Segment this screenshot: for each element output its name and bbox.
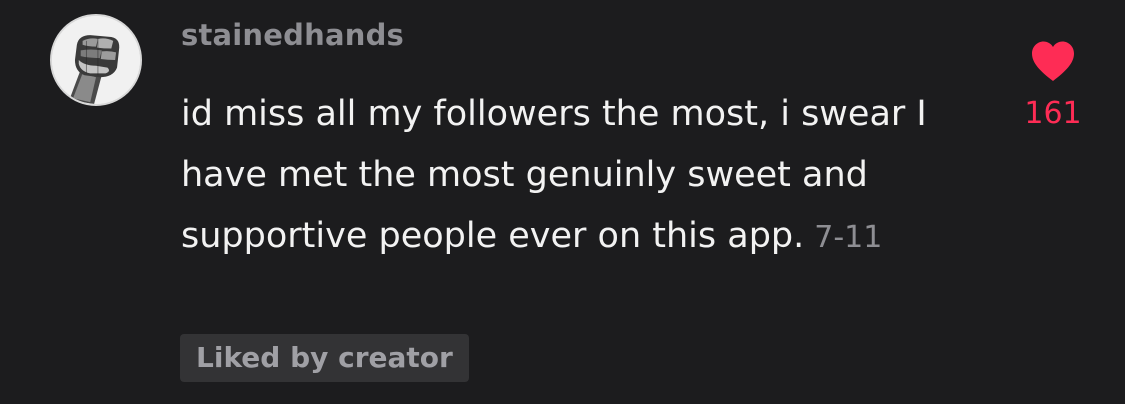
avatar[interactable] (50, 14, 142, 106)
heart-icon (1032, 41, 1074, 81)
raised-fist-icon (52, 16, 140, 104)
comment-item: stainedhands id miss all my followers th… (0, 0, 1125, 404)
comment-timestamp: 7-11 (814, 220, 883, 255)
comment-text-block: id miss all my followers the most, i swe… (181, 84, 961, 268)
like-count: 161 (1024, 96, 1082, 131)
like-button[interactable]: 161 (1010, 36, 1096, 136)
liked-by-creator-badge: Liked by creator (180, 334, 469, 382)
username[interactable]: stainedhands (181, 18, 404, 52)
